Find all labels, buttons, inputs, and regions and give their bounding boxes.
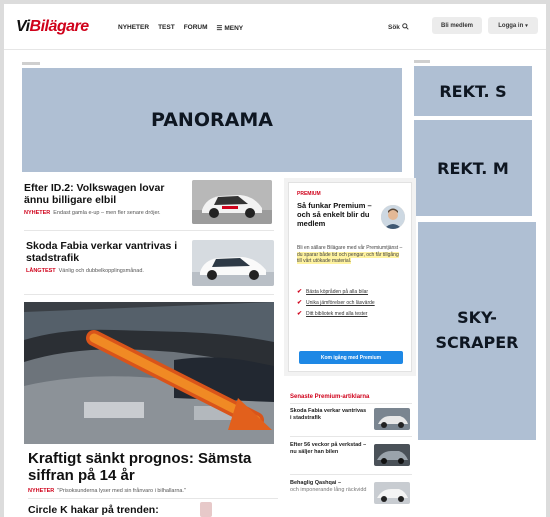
feature-image[interactable] [24, 302, 274, 444]
ad-sky-line1: SKY- [457, 308, 497, 328]
search-button[interactable]: Sök [388, 23, 409, 31]
latest-premium-item[interactable]: Behaglig Qashqai – och imponerande lång … [290, 480, 368, 494]
site-logo[interactable]: ViBilägare [16, 18, 89, 36]
article-title[interactable]: Efter ID.2: Volkswagen lovar ännu billig… [24, 182, 182, 206]
article-teaser: Vänlig och dubbelkopplingsmånad. [58, 268, 144, 274]
benefit-item[interactable]: ✔ Unika jämförelser och läsvärde [297, 300, 405, 306]
ad-panorama-label: PANORAMA [151, 109, 273, 131]
feature-tag[interactable]: NYHETER [28, 488, 54, 494]
main-nav: NYHETER TEST FORUM ☰ MENY [118, 24, 243, 32]
premium-title[interactable]: Så funkar Premium – och så enkelt blir d… [297, 201, 377, 228]
feature-meta: NYHETER "Prisoksunderna lyser med sin frå… [28, 488, 186, 494]
ad-sky-line2: SCRAPER [435, 333, 519, 352]
car-image [374, 444, 410, 466]
latest-premium-item[interactable]: Efter 56 veckor på verkstad – nu säljer … [290, 442, 368, 456]
premium-cta-label: Kom igång med Premium [320, 354, 382, 361]
avatar [381, 205, 405, 229]
nav-forum[interactable]: FORUM [184, 24, 208, 32]
article-tag[interactable]: NYHETER [24, 210, 50, 216]
subscribe-button[interactable]: Bli medlem [432, 17, 482, 34]
ad-panorama[interactable]: PANORAMA [22, 68, 402, 172]
login-button[interactable]: Logga in ▾ [488, 17, 538, 34]
chevron-down-icon: ▾ [525, 22, 528, 29]
page: ViBilägare NYHETER TEST FORUM ☰ MENY Sök … [4, 4, 546, 517]
latest-premium-heading[interactable]: Senaste Premium-artiklarna [290, 394, 369, 400]
latest-premium-item[interactable]: Skoda Fabia verkar vantrivas i stadstraf… [290, 408, 368, 422]
latest-item-title: Skoda Fabia verkar vantrivas i stadstraf… [290, 408, 367, 421]
search-icon [401, 23, 409, 30]
divider [290, 474, 412, 475]
premium-body-highlight: du sparar både tid och pengar, och får t… [297, 251, 399, 265]
latest-item-title: Behaglig Qashqai – [290, 480, 342, 486]
premium-body: Bli en sällare Bilägare med vår Premiumt… [297, 245, 403, 265]
premium-promo-box: PREMIUM Så funkar Premium – och så enkel… [288, 182, 412, 372]
car-lot-image [24, 302, 274, 444]
car-image [192, 240, 274, 286]
feature-title-line2: siffran på 14 år [28, 467, 135, 484]
subscribe-label: Bli medlem [440, 22, 473, 29]
latest-item-thumbnail[interactable] [374, 482, 410, 504]
article-tag[interactable]: LÅNGTEST [26, 268, 56, 274]
login-label: Logga in [498, 22, 524, 29]
ad-rekt-m[interactable]: REKT. M [414, 120, 532, 216]
article-meta: LÅNGTEST Vänlig och dubbelkopplingsmånad. [26, 268, 184, 275]
divider [28, 498, 278, 499]
latest-item-thumbnail[interactable] [374, 444, 410, 466]
feature-title[interactable]: Kraftigt sänkt prognos: Sämsta siffran p… [28, 450, 278, 484]
benefit-item[interactable]: ✔ Ditt bibliotek med alla tester [297, 311, 405, 317]
benefit-text: Ditt bibliotek med alla tester [306, 311, 368, 317]
ad-rekt-s-label: REKT. S [439, 81, 507, 101]
article-thumbnail[interactable] [192, 180, 272, 224]
divider [24, 294, 274, 295]
check-icon: ✔ [297, 289, 303, 295]
benefit-text: Bästa köpråden på alla bilar [306, 289, 369, 295]
article-meta: NYHETER Endast gamla e-up – men fler sena… [24, 210, 182, 217]
premium-cta-button[interactable]: Kom igång med Premium [299, 351, 403, 364]
article-teaser: Endast gamla e-up – men fler senare dröj… [53, 210, 161, 216]
nav-menu-label: MENY [224, 25, 244, 32]
divider [290, 403, 412, 404]
premium-benefits: ✔ Bästa köpråden på alla bilar ✔ Unika jäm… [297, 289, 405, 322]
divider [290, 436, 412, 437]
feature-title-line1: Kraftigt sänkt prognos: Sämsta [28, 450, 252, 467]
person-photo [381, 205, 405, 229]
article-thumbnail[interactable] [192, 240, 274, 286]
benefit-item[interactable]: ✔ Bästa köpråden på alla bilar [297, 289, 405, 295]
car-image [192, 180, 272, 224]
ad-rekt-m-label: REKT. M [437, 158, 509, 178]
latest-item-subtitle: och imponerande lång räckvidd [290, 486, 367, 493]
article-title[interactable]: Skoda Fabia verkar vantrivas i stadstraf… [26, 240, 184, 264]
benefit-text: Unika jämförelser och läsvärde [306, 300, 375, 306]
article-thumbnail[interactable] [200, 502, 212, 517]
logo-vi: Vi [16, 18, 30, 35]
section-marker [414, 60, 430, 63]
site-header: ViBilägare NYHETER TEST FORUM ☰ MENY Sök … [4, 4, 546, 50]
latest-item-thumbnail[interactable] [374, 408, 410, 430]
nav-nyheter[interactable]: NYHETER [118, 24, 149, 32]
logo-bilagare: Bilägare [29, 18, 90, 35]
car-image [374, 408, 410, 430]
car-image [374, 482, 410, 504]
ad-skyscraper[interactable]: SKY- SCRAPER [418, 222, 536, 440]
check-icon: ✔ [297, 311, 303, 317]
section-marker [22, 62, 40, 65]
article-title[interactable]: Circle K hakar på trenden: [28, 504, 159, 516]
nav-menu[interactable]: ☰ MENY [217, 24, 244, 32]
premium-body-text: Bli en sällare Bilägare med vår Premiumt… [297, 245, 403, 251]
menu-icon: ☰ [216, 25, 223, 32]
check-icon: ✔ [297, 300, 303, 306]
latest-item-title: Efter 56 veckor på verkstad – nu säljer … [290, 442, 367, 455]
premium-label: PREMIUM [297, 191, 321, 197]
divider [24, 230, 274, 231]
ad-rekt-s[interactable]: REKT. S [414, 66, 532, 116]
nav-test[interactable]: TEST [158, 24, 175, 32]
search-label: Sök [388, 24, 400, 31]
feature-teaser: "Prisoksunderna lyser med sin frånvaro i… [57, 488, 186, 494]
